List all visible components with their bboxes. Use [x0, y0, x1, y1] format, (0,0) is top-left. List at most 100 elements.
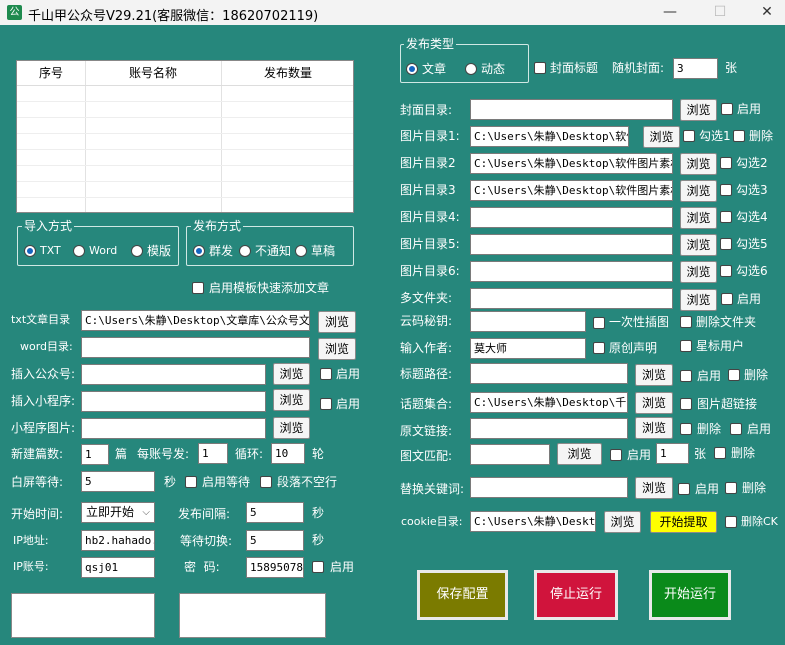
enable-wait-checkbox[interactable] [185, 476, 197, 488]
title-path-enable-checkbox[interactable] [680, 370, 692, 382]
txt-dir-browse-button[interactable]: 浏览 [318, 311, 356, 333]
cloud-key-input[interactable] [470, 311, 586, 332]
image-dir-1-delete-checkbox[interactable] [733, 130, 745, 142]
miniprog-image-input[interactable] [81, 418, 266, 439]
column-header[interactable]: 发布数量 [221, 61, 355, 85]
image-dir-4-browse-button[interactable]: 浏览 [680, 207, 717, 229]
interval-input[interactable]: 5 [246, 502, 304, 523]
image-dir-3-input[interactable]: C:\Users\朱静\Desktop\软件图片素材 [470, 180, 673, 201]
image-dir-1-check-checkbox[interactable] [683, 130, 695, 142]
password-input[interactable]: 158950781 [246, 557, 304, 578]
loop-input[interactable]: 10 [271, 443, 305, 464]
save-config-button[interactable]: 保存配置 [417, 570, 508, 620]
stop-button[interactable]: 停止运行 [534, 570, 618, 620]
delete-ck-checkbox[interactable] [725, 516, 737, 528]
cookie-dir-browse-button[interactable]: 浏览 [604, 511, 641, 533]
author-input[interactable]: 莫大师 [470, 338, 586, 359]
no-blank-para-checkbox[interactable] [260, 476, 272, 488]
image-dir-6-check-checkbox[interactable] [720, 265, 732, 277]
image-match-input[interactable] [470, 444, 550, 465]
original-checkbox[interactable] [593, 342, 605, 354]
wait-switch-input[interactable]: 5 [246, 530, 304, 551]
close-button[interactable]: ✕ [755, 2, 779, 22]
once-insert-checkbox[interactable] [593, 317, 605, 329]
image-match-count-input[interactable]: 1 [656, 443, 689, 464]
title-path-delete-checkbox[interactable] [728, 369, 740, 381]
topic-set-browse-button[interactable]: 浏览 [635, 392, 673, 414]
image-match-enable-checkbox[interactable] [610, 449, 622, 461]
original-link-input[interactable] [470, 418, 628, 439]
account-table[interactable]: 序号 账号名称 发布数量 [16, 60, 354, 213]
image-dir-2-check-checkbox[interactable] [720, 157, 732, 169]
replace-keyword-input[interactable] [470, 477, 628, 498]
insert-miniprog-browse-button[interactable]: 浏览 [273, 389, 310, 411]
image-dir-6-input[interactable] [470, 261, 673, 282]
cover-title-checkbox[interactable] [534, 62, 546, 74]
publish-draft-radio[interactable] [295, 245, 307, 257]
column-header[interactable]: 账号名称 [85, 61, 221, 85]
ip-account-input[interactable]: qsj01 [81, 557, 155, 578]
ip-enable-checkbox[interactable] [312, 561, 324, 573]
extract-button[interactable]: 开始提取 [650, 511, 717, 533]
image-dir-2-browse-button[interactable]: 浏览 [680, 153, 717, 175]
image-dir-5-browse-button[interactable]: 浏览 [680, 234, 717, 256]
delete-folder-checkbox[interactable] [680, 316, 692, 328]
start-time-select[interactable]: 立即开始 ⌵ [81, 502, 155, 523]
insert-account-browse-button[interactable]: 浏览 [273, 363, 310, 385]
ip-address-input[interactable]: hb2.hahado. [81, 530, 155, 551]
image-dir-1-input[interactable]: C:\Users\朱静\Desktop\软件 [470, 126, 629, 147]
image-dir-3-check-checkbox[interactable] [720, 184, 732, 196]
insert-account-enable-checkbox[interactable] [320, 368, 332, 380]
cookie-dir-input[interactable]: C:\Users\朱静\Deskto [470, 511, 596, 532]
cover-dir-enable-checkbox[interactable] [721, 103, 733, 115]
image-match-delete-checkbox[interactable] [714, 447, 726, 459]
star-user-checkbox[interactable] [680, 340, 692, 352]
image-dir-6-browse-button[interactable]: 浏览 [680, 261, 717, 283]
minimize-button[interactable]: — [658, 2, 682, 22]
log-box-right[interactable] [179, 593, 326, 638]
image-match-browse-button[interactable]: 浏览 [557, 443, 602, 465]
word-dir-browse-button[interactable]: 浏览 [318, 338, 356, 360]
cover-dir-input[interactable] [470, 99, 673, 120]
insert-miniprog-input[interactable] [81, 391, 266, 412]
original-link-delete-checkbox[interactable] [680, 423, 692, 435]
multi-folder-browse-button[interactable]: 浏览 [680, 289, 717, 311]
blank-wait-input[interactable]: 5 [81, 471, 155, 492]
image-dir-4-check-checkbox[interactable] [720, 211, 732, 223]
import-template-radio[interactable] [131, 245, 143, 257]
original-link-enable-checkbox[interactable] [730, 423, 742, 435]
image-dir-4-input[interactable] [470, 207, 673, 228]
import-word-radio[interactable] [73, 245, 85, 257]
image-dir-5-check-checkbox[interactable] [720, 238, 732, 250]
insert-account-input[interactable] [81, 364, 266, 385]
per-account-input[interactable]: 1 [198, 443, 228, 464]
topic-set-input[interactable]: C:\Users\朱静\Desktop\千山 [470, 392, 628, 413]
image-dir-5-input[interactable] [470, 234, 673, 255]
txt-dir-input[interactable]: C:\Users\朱静\Desktop\文章库\公众号文 [81, 310, 310, 331]
multi-folder-input[interactable] [470, 288, 673, 309]
column-header[interactable]: 序号 [17, 61, 85, 85]
import-txt-radio[interactable] [24, 245, 36, 257]
new-count-input[interactable]: 1 [81, 444, 109, 465]
cover-dir-browse-button[interactable]: 浏览 [680, 99, 717, 121]
maximize-button[interactable]: ☐ [708, 2, 732, 22]
random-cover-input[interactable]: 3 [673, 58, 718, 79]
start-button[interactable]: 开始运行 [649, 570, 731, 620]
template-quick-checkbox[interactable] [192, 282, 204, 294]
title-path-input[interactable] [470, 363, 628, 384]
image-link-checkbox[interactable] [680, 398, 692, 410]
log-box-left[interactable] [11, 593, 155, 638]
type-dynamic-radio[interactable] [465, 63, 477, 75]
type-article-radio[interactable] [406, 63, 418, 75]
publish-mass-radio[interactable] [193, 245, 205, 257]
multi-folder-enable-checkbox[interactable] [721, 293, 733, 305]
publish-silent-radio[interactable] [239, 245, 251, 257]
insert-miniprog-enable-checkbox[interactable] [320, 398, 332, 410]
word-dir-input[interactable] [81, 337, 310, 358]
image-dir-3-browse-button[interactable]: 浏览 [680, 180, 717, 202]
image-dir-2-input[interactable]: C:\Users\朱静\Desktop\软件图片素材 [470, 153, 673, 174]
original-link-browse-button[interactable]: 浏览 [635, 417, 673, 439]
image-dir-1-browse-button[interactable]: 浏览 [643, 126, 680, 148]
title-path-browse-button[interactable]: 浏览 [635, 364, 673, 386]
replace-keyword-browse-button[interactable]: 浏览 [635, 477, 673, 499]
